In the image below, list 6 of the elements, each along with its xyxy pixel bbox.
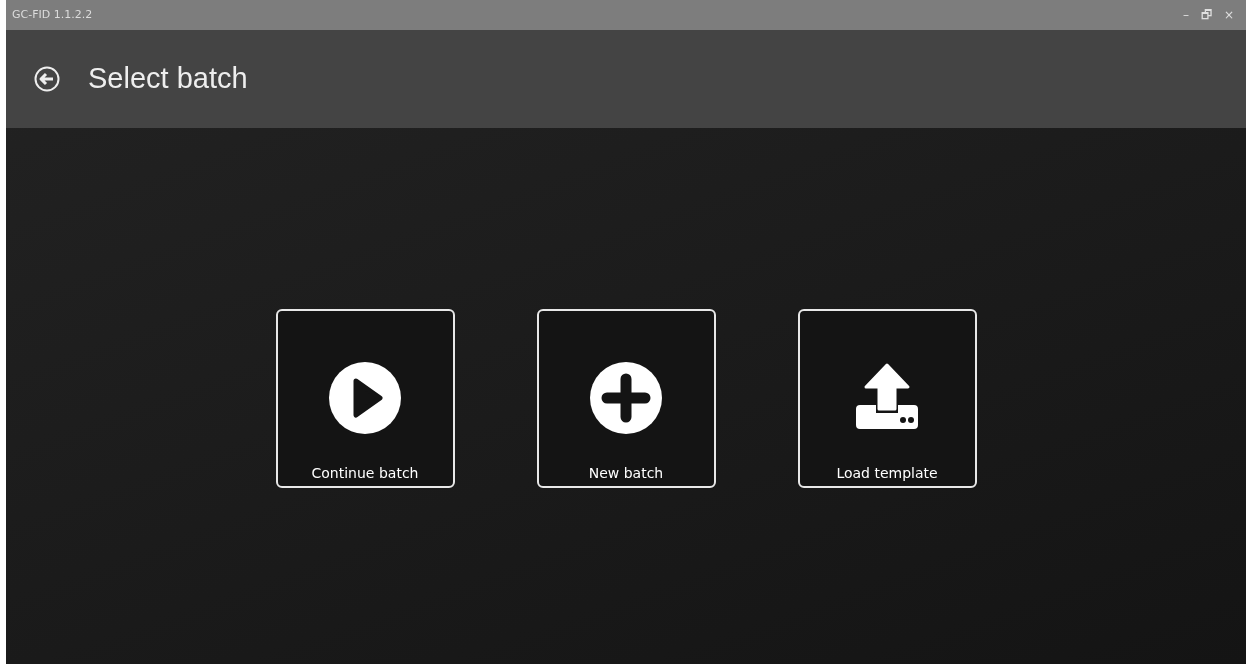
window-title: GC-FID 1.1.2.2: [12, 6, 93, 23]
option-button[interactable]: Load template: [797, 309, 977, 488]
option-button[interactable]: New batch: [536, 309, 716, 488]
back-icon[interactable]: [34, 66, 60, 92]
option-button[interactable]: Continue batch: [275, 309, 455, 488]
page-title: Select batch: [88, 61, 248, 97]
